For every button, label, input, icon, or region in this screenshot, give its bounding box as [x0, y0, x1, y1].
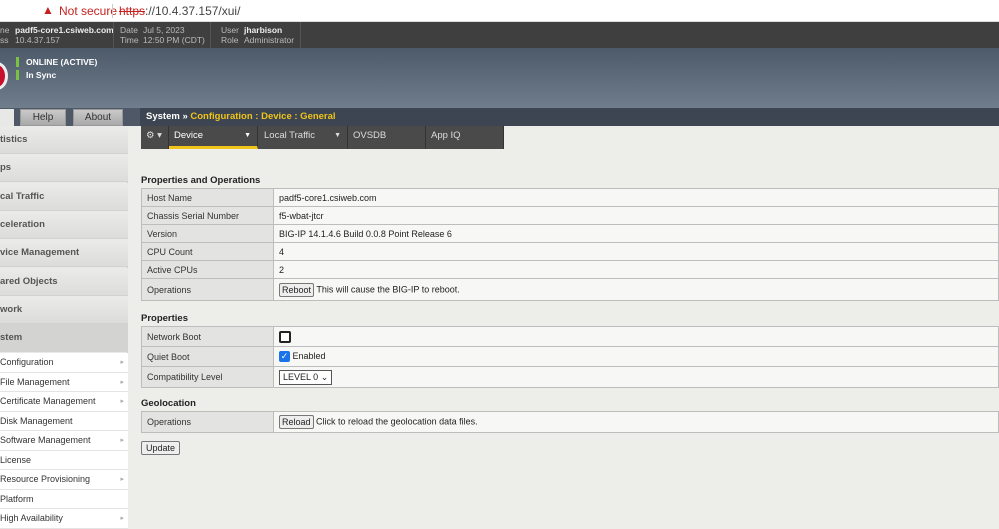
- table-row: Compatibility Level LEVEL 0 ⌄: [141, 366, 999, 388]
- browser-address-bar[interactable]: ▲ Not secure https://10.4.37.157/xui/: [0, 0, 999, 22]
- status-banner: ONLINE (ACTIVE) In Sync: [0, 48, 999, 108]
- chevron-down-icon: ▼: [334, 132, 341, 139]
- sidebar-item[interactable]: celeration: [0, 210, 128, 239]
- sidebar-subitem[interactable]: Resource Provisioning ▸: [0, 470, 128, 490]
- table-row: Version BIG-IP 14.1.4.6 Build 0.0.8 Point…: [141, 224, 999, 243]
- tab-device[interactable]: Device ▼: [169, 126, 258, 149]
- menu-bar: ⚙ ▾ Device ▼ Local Traffic ▼ OVSDB App IQ: [141, 126, 504, 149]
- divider: [112, 4, 113, 18]
- url-text[interactable]: https://10.4.37.157/xui/: [119, 4, 240, 18]
- sidebar-subitem[interactable]: License: [0, 450, 128, 470]
- breadcrumb: System » Configuration : Device : Genera…: [140, 108, 999, 126]
- table-row: CPU Count 4: [141, 242, 999, 261]
- table-row: Host Name padf5-core1.csiweb.com: [141, 188, 999, 207]
- gear-icon[interactable]: ⚙ ▾: [141, 126, 169, 149]
- row-label: Active CPUs: [141, 260, 274, 279]
- tab-ovsdb[interactable]: OVSDB: [348, 126, 426, 149]
- tab-main[interactable]: [0, 109, 14, 127]
- table-row: Chassis Serial Number f5-wbat-jtcr: [141, 206, 999, 225]
- sidebar-subitem[interactable]: Platform: [0, 489, 128, 509]
- properties-table: Network Boot Quiet Boot ✓ Enabled Compati…: [141, 326, 999, 388]
- system-header: ne ss padf5-core1.csiweb.com 10.4.37.157 D…: [0, 22, 999, 48]
- sidebar-item[interactable]: stem: [0, 324, 128, 353]
- sidebar-item[interactable]: cal Traffic: [0, 182, 128, 211]
- row-value: BIG-IP 14.1.4.6 Build 0.0.8 Point Releas…: [273, 224, 999, 243]
- table-row: Quiet Boot ✓ Enabled: [141, 346, 999, 367]
- row-value: 2: [273, 260, 999, 279]
- update-button[interactable]: Update: [141, 441, 181, 455]
- row-label: Version: [141, 224, 274, 243]
- chevron-right-icon: ▸: [120, 359, 124, 366]
- sidebar-item[interactable]: tistics: [0, 126, 128, 154]
- row-label: Host Name: [141, 188, 274, 207]
- sidebar-subitem[interactable]: Software Management ▸: [0, 431, 128, 451]
- section-title: Properties: [141, 313, 188, 324]
- sidebar-item[interactable]: ared Objects: [0, 267, 128, 296]
- section-title: Geolocation: [141, 398, 196, 409]
- nav-tabs: Help About: [0, 108, 140, 127]
- not-secure-label[interactable]: Not secure: [59, 4, 117, 18]
- sidebar-subitem[interactable]: File Management ▸: [0, 372, 128, 392]
- online-status: ONLINE (ACTIVE): [16, 57, 97, 67]
- warning-icon: ▲: [42, 3, 54, 17]
- sidebar: tistics ps cal Traffic celeration vice Manag…: [0, 126, 128, 529]
- network-boot-checkbox[interactable]: [279, 330, 291, 343]
- chevron-right-icon: ▸: [120, 476, 124, 483]
- sidebar-subitem[interactable]: Disk Management: [0, 411, 128, 431]
- reload-button[interactable]: Reload: [279, 415, 314, 429]
- sidebar-subitem[interactable]: Certificate Management ▸: [0, 392, 128, 412]
- sidebar-subitem[interactable]: Configuration ▸: [0, 353, 128, 373]
- sidebar-item[interactable]: vice Management: [0, 239, 128, 268]
- row-value: padf5-core1.csiweb.com: [273, 188, 999, 207]
- host-name: padf5-core1.csiweb.com: [15, 25, 114, 35]
- sidebar-item[interactable]: work: [0, 295, 128, 324]
- table-row: Active CPUs 2: [141, 260, 999, 279]
- tab-app-iq[interactable]: App IQ: [426, 126, 504, 149]
- table-row: Operations Reboot This will cause the BIG…: [141, 278, 999, 301]
- tab-about[interactable]: About: [73, 109, 123, 126]
- chevron-right-icon: ▸: [120, 437, 124, 444]
- chevron-right-icon: ▸: [120, 515, 124, 522]
- chevron-down-icon: ▼: [244, 132, 251, 139]
- row-value: 4: [273, 242, 999, 261]
- section-title: Properties and Operations: [141, 175, 261, 186]
- quiet-boot-checkbox[interactable]: ✓: [279, 351, 290, 363]
- sync-status[interactable]: In Sync: [16, 70, 56, 80]
- tab-help[interactable]: Help: [20, 109, 66, 126]
- tab-local-traffic[interactable]: Local Traffic ▼: [259, 126, 348, 149]
- chevron-right-icon: ▸: [120, 398, 124, 405]
- row-value: f5-wbat-jtcr: [273, 206, 999, 225]
- table-row: Operations Reload Click to reload the geo…: [141, 411, 999, 433]
- chevron-right-icon: ▸: [120, 378, 124, 386]
- row-label: Chassis Serial Number: [141, 206, 274, 225]
- table-row: Network Boot: [141, 326, 999, 347]
- sidebar-item[interactable]: ps: [0, 154, 128, 183]
- compatibility-level-select[interactable]: LEVEL 0 ⌄: [279, 369, 333, 385]
- row-label: CPU Count: [141, 242, 274, 261]
- geolocation-table: Operations Reload Click to reload the geo…: [141, 411, 999, 433]
- properties-operations-table: Host Name padf5-core1.csiweb.com Chassis S…: [141, 188, 999, 301]
- reboot-button[interactable]: Reboot: [279, 282, 315, 297]
